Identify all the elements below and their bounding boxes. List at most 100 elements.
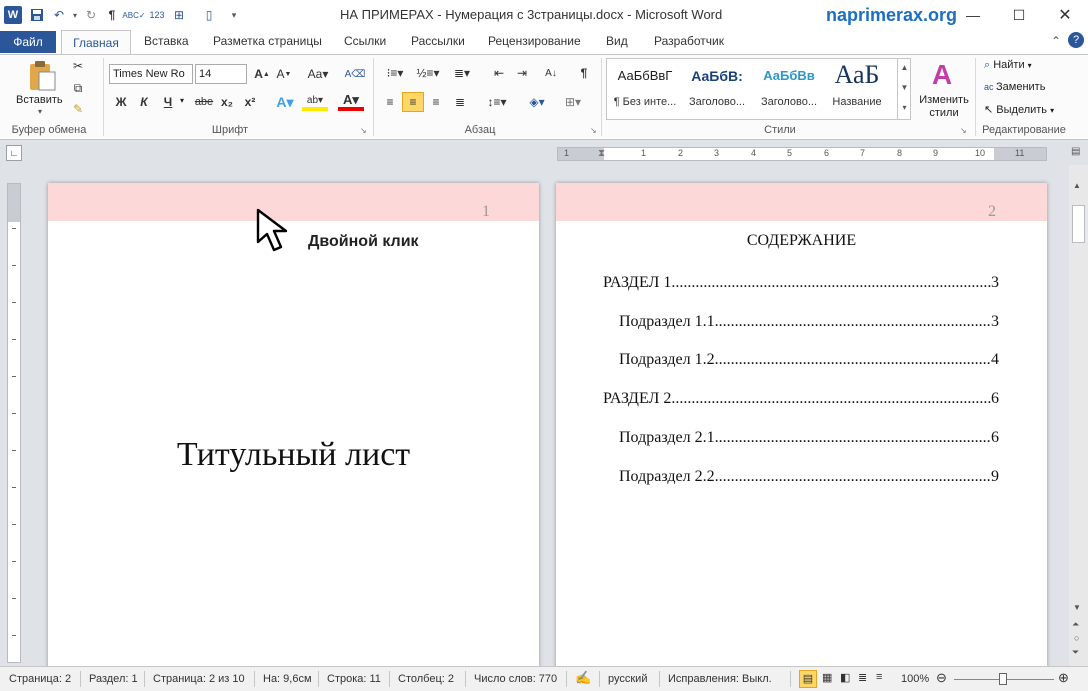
style-title[interactable]: АаБ Название — [822, 60, 892, 116]
multilevel-list-icon[interactable]: ≣▾ — [448, 64, 476, 82]
increase-indent-icon[interactable]: ⇥ — [512, 64, 532, 82]
styles-dialog-launcher-icon[interactable]: ↘ — [960, 126, 967, 135]
proofing-icon[interactable]: ✍ — [575, 670, 591, 686]
show-formatting-icon[interactable]: ¶ — [574, 64, 594, 82]
status-column[interactable]: Столбец: 2 — [398, 673, 454, 685]
status-position[interactable]: На: 9,6см — [263, 673, 312, 685]
draft-view-icon[interactable]: ≡ — [876, 671, 882, 683]
font-color-icon[interactable]: A▾ — [338, 92, 364, 111]
superscript-button[interactable]: x² — [241, 93, 259, 111]
font-name-select[interactable]: Times New Ro — [109, 64, 193, 84]
underline-button[interactable]: Ч — [160, 93, 176, 111]
tab-review[interactable]: Рецензирование — [488, 34, 581, 48]
change-styles-icon[interactable]: A — [922, 58, 962, 92]
replace-button[interactable]: ac Заменить — [984, 81, 1045, 93]
toc-entry[interactable]: Подраздел 1.2...........................… — [619, 351, 999, 369]
ruler-toggle-icon[interactable]: ▤ — [1071, 146, 1085, 162]
browse-object-icon[interactable]: ○ — [1074, 633, 1079, 643]
decrease-indent-icon[interactable]: ⇤ — [489, 64, 509, 82]
underline-dropdown-icon[interactable]: ▾ — [180, 96, 184, 105]
previous-page-icon[interactable]: ⏶ — [1072, 619, 1079, 630]
spelling-icon[interactable]: ABC✓ — [122, 6, 145, 24]
zoom-slider-thumb[interactable] — [999, 673, 1007, 685]
change-styles-button[interactable]: Изменить — [916, 94, 972, 106]
sort-icon[interactable]: A↓ — [541, 64, 561, 82]
subscript-button[interactable]: x₂ — [218, 93, 236, 111]
toc-entry[interactable]: Подраздел 1.1...........................… — [619, 313, 999, 331]
customize-qat-icon[interactable]: ▾ — [225, 6, 243, 24]
header-area[interactable] — [556, 183, 1047, 221]
page-2[interactable]: 2 СОДЕРЖАНИЕ РАЗДЕЛ 1...................… — [556, 183, 1047, 673]
shading-icon[interactable]: ◈▾ — [524, 92, 550, 112]
outline-view-icon[interactable]: ≣ — [858, 671, 867, 684]
status-line[interactable]: Строка: 11 — [327, 673, 381, 685]
tab-home[interactable]: Главная — [61, 30, 131, 55]
italic-button[interactable]: К — [136, 93, 152, 111]
save-icon[interactable] — [28, 6, 46, 24]
zoom-out-icon[interactable]: ⊖ — [936, 670, 947, 686]
bullets-icon[interactable]: ⁝≡▾ — [381, 64, 409, 82]
font-size-select[interactable]: 14 — [195, 64, 247, 84]
pilcrow-icon[interactable]: ¶ — [103, 6, 121, 24]
format-painter-icon[interactable]: ✎ — [70, 101, 86, 117]
grow-font-icon[interactable]: A ▲ — [253, 64, 271, 84]
tab-selector-icon[interactable]: ∟ — [6, 145, 22, 161]
clear-formatting-icon[interactable]: A⌫ — [345, 64, 366, 84]
change-case-icon[interactable]: Aa▾ — [305, 64, 331, 84]
paste-icon[interactable] — [22, 58, 62, 94]
highlight-icon[interactable]: ab▾ — [302, 93, 328, 111]
tab-file[interactable]: Файл — [0, 31, 56, 53]
shrink-font-icon[interactable]: A ▼ — [275, 64, 293, 84]
scroll-up-icon[interactable]: ▲ — [1073, 181, 1081, 190]
tab-page-layout[interactable]: Разметка страницы — [213, 34, 322, 48]
select-button[interactable]: ↖ Выделить ▾ — [984, 103, 1054, 116]
status-section[interactable]: Раздел: 1 — [89, 673, 138, 685]
borders-icon[interactable]: ⊞▾ — [560, 92, 586, 112]
status-page-of[interactable]: Страница: 2 из 10 — [153, 673, 245, 685]
scroll-thumb[interactable] — [1072, 205, 1085, 243]
web-layout-view-icon[interactable]: ◧ — [840, 671, 850, 684]
align-left-icon[interactable]: ≡ — [380, 92, 400, 112]
scroll-down-icon[interactable]: ▼ — [1073, 603, 1081, 612]
zoom-level[interactable]: 100% — [901, 673, 929, 685]
status-page[interactable]: Страница: 2 — [9, 673, 71, 685]
bold-button[interactable]: Ж — [113, 93, 129, 111]
zoom-in-icon[interactable]: ⊕ — [1058, 670, 1069, 686]
vertical-scrollbar[interactable]: ▲ ▼ ⏶ ○ ⏷ — [1069, 165, 1088, 666]
text-effects-icon[interactable]: A▾ — [274, 93, 296, 111]
status-track-changes[interactable]: Исправления: Выкл. — [668, 673, 772, 685]
toc-entry[interactable]: РАЗДЕЛ 2................................… — [603, 390, 999, 408]
tab-insert[interactable]: Вставка — [144, 34, 189, 48]
paste-dropdown-icon[interactable]: ▾ — [38, 107, 42, 116]
find-button[interactable]: ⌕ Найти ▾ — [984, 59, 1032, 72]
toc-entry[interactable]: Подраздел 2.1...........................… — [619, 429, 999, 447]
indent-marker-icon[interactable]: ⧗ — [598, 148, 605, 159]
status-word-count[interactable]: Число слов: 770 — [474, 673, 557, 685]
tab-mailings[interactable]: Рассылки — [411, 34, 465, 48]
status-language[interactable]: русский — [608, 673, 647, 685]
close-button[interactable]: ✕ — [1042, 0, 1088, 30]
ribbon-minimize-icon[interactable]: ⌃ — [1051, 34, 1061, 48]
style-heading-1[interactable]: АаБбВ: Заголово... — [682, 60, 752, 116]
horizontal-ruler[interactable]: 1 ⧗ 1 2 3 4 5 6 7 8 9 10 11 — [557, 147, 1047, 161]
paragraph-dialog-launcher-icon[interactable]: ↘ — [590, 126, 597, 135]
print-layout-view-icon[interactable]: ▤ — [799, 670, 817, 688]
tab-references[interactable]: Ссылки — [344, 34, 386, 48]
new-document-icon[interactable]: ▯ — [200, 6, 218, 24]
tab-developer[interactable]: Разработчик — [654, 34, 724, 48]
align-center-icon[interactable]: ≡ — [402, 92, 424, 112]
word-count-icon[interactable]: 123 — [148, 6, 166, 24]
toc-entry[interactable]: РАЗДЕЛ 1................................… — [603, 274, 999, 292]
repeat-icon[interactable]: ↻ — [82, 6, 100, 24]
copy-icon[interactable]: ⧉ — [70, 80, 86, 96]
toc-entry[interactable]: Подраздел 2.2...........................… — [619, 468, 999, 486]
paste-button[interactable]: Вставить — [16, 94, 63, 106]
maximize-button[interactable]: ☐ — [996, 0, 1042, 30]
next-page-icon[interactable]: ⏷ — [1072, 647, 1079, 658]
help-icon[interactable]: ? — [1068, 32, 1084, 48]
justify-icon[interactable]: ≣ — [450, 92, 470, 112]
full-screen-view-icon[interactable]: ▦ — [822, 671, 832, 684]
tab-view[interactable]: Вид — [606, 34, 628, 48]
numbering-icon[interactable]: ½≡▾ — [414, 64, 442, 82]
align-right-icon[interactable]: ≡ — [426, 92, 446, 112]
